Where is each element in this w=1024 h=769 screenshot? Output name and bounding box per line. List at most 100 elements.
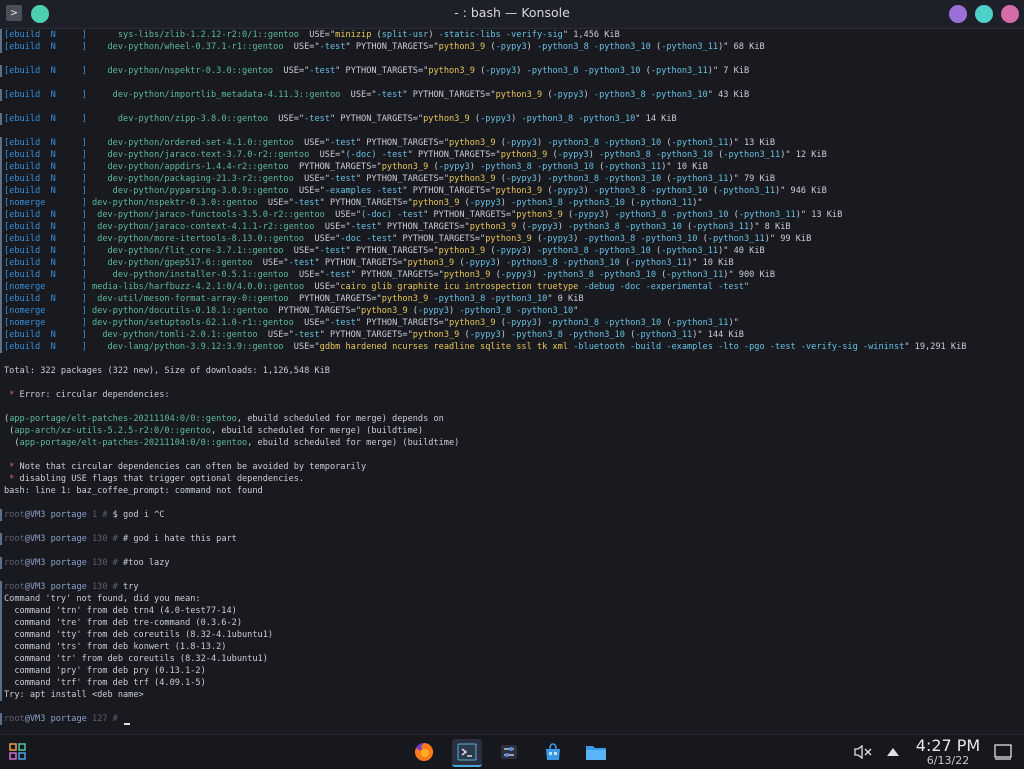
terminal-text-segment: dev-python/jaraco-text-3.7.0-r2::gentoo (107, 150, 310, 160)
terminal-text-segment: )" 99 KiB (764, 234, 812, 244)
terminal-output[interactable]: [ebuild N ] sys-libs/zlib-1.2.12-r2:0/1:… (0, 28, 1024, 734)
terminal-text-segment: " PYTHON_TARGETS=" (402, 186, 496, 196)
terminal-text-segment: root (4, 714, 25, 724)
terminal-text-segment: * (4, 390, 20, 400)
terminal-text-segment: ( (531, 234, 543, 244)
terminal-text-segment: 127 # (86, 714, 124, 724)
terminal-text-segment: dev-python/jaraco-functools-3.5.0-r2::ge… (97, 210, 325, 220)
terminal-text-segment: -python3_8 -python3_10 (583, 234, 698, 244)
terminal-line: root@VM3 portage 1 # $ god i ^C (0, 509, 164, 521)
terminal-text-segment: ( (4, 438, 20, 448)
terminal-text-segment: dev-python/gpep517-6::gentoo (107, 258, 253, 268)
terminal-text-segment: app-portage/elt-patches-20211104:0/0::ge… (9, 414, 237, 424)
terminal-text-segment: " PYTHON_TARGETS=" (319, 198, 413, 208)
terminal-text-segment: ) (526, 246, 537, 256)
terminal-text-segment: )" 10 KiB (687, 258, 734, 268)
show-desktop-icon[interactable] (990, 739, 1016, 765)
terminal-text-segment: ( (640, 66, 651, 76)
terminal-line: [nomerge ] media-libs/harfbuzz-4.2.1:0/4… (0, 281, 749, 293)
terminal-text-segment: (-doc) -test (361, 210, 424, 220)
discover-store-icon[interactable] (540, 739, 566, 765)
terminal-text-segment: -pypy3 (417, 306, 450, 316)
terminal-line: command 'tre' from deb tre-command (0.3.… (0, 617, 242, 629)
terminal-text-segment: -python3_11 (604, 162, 662, 172)
terminal-text-segment: [ebuild N ] (4, 186, 87, 196)
terminal-line: command 'tr' from deb coreutils (8.32-4.… (0, 653, 268, 665)
terminal-text-segment: ( (712, 150, 724, 160)
terminal-text-segment: ( (459, 330, 470, 340)
terminal-text-segment: -python3_11 (723, 150, 781, 160)
terminal-text-segment: USE=" (314, 222, 351, 232)
terminal-line: [ebuild N ] dev-python/nspektr-0.3.0::ge… (0, 65, 749, 77)
terminal-text-segment: )" 68 KiB (718, 42, 765, 52)
dolphin-files-icon[interactable] (583, 739, 609, 765)
terminal-text-segment: python3_9 (449, 174, 496, 184)
terminal-text-segment: ) (511, 114, 522, 124)
terminal-text-segment: 130 # (86, 582, 124, 592)
terminal-text-segment: -python3_8 -python3_10 (537, 42, 651, 52)
terminal-text-segment: Command 'try' not found, did you mean: (4, 594, 201, 604)
firefox-icon[interactable] (411, 739, 437, 765)
terminal-text-segment: " PYTHON_TARGETS=" (355, 138, 449, 148)
terminal-text-segment: python3_9 (443, 270, 491, 280)
terminal-text-segment: ( (547, 150, 558, 160)
terminal-text-segment: python3_9 (495, 90, 543, 100)
terminal-text-segment: ( (454, 258, 465, 268)
terminal-text-segment: -pypy3 (552, 90, 584, 100)
terminal-text-segment: ( (459, 198, 470, 208)
terminal-text-segment: dev-python/installer-0.5.1::gentoo (112, 270, 289, 280)
terminal-text-segment: command 'trf' from deb trf (4.09.1-5) (4, 678, 206, 688)
terminal-text-segment: command 'trn' from deb trn4 (4.0-test77-… (4, 606, 237, 616)
terminal-text-segment: [ebuild N ] (4, 270, 87, 280)
grid-launcher-icon[interactable] (5, 739, 31, 765)
terminal-text-segment: command 'trs' from deb konwert (1.8-13.2… (4, 642, 227, 652)
terminal-text-segment: USE=" (288, 270, 325, 280)
volume-muted-icon[interactable] (850, 739, 876, 765)
terminal-text-segment: -bluetooth -build -examples -lto -pgo -t… (573, 342, 905, 352)
terminal-text-segment: minizip (335, 30, 372, 40)
terminal-text-segment: ( (661, 174, 672, 184)
terminal-text-segment: ( (624, 330, 636, 340)
terminal-text-segment: -pypy3 (469, 198, 501, 208)
terminal-text-segment: @VM3 portage (24, 534, 87, 544)
terminal-text-segment: python3_9 (500, 150, 548, 160)
terminal-text-segment: root (4, 558, 25, 568)
terminal-text-segment: -test (319, 42, 346, 52)
window-titlebar[interactable]: > - : bash — Konsole (0, 0, 1024, 29)
terminal-text-segment: " PYTHON_TARGETS=" (402, 90, 496, 100)
close-button[interactable] (1001, 5, 1019, 23)
terminal-text-segment: dev-python/appdirs-1.4.4-r2::gentoo (107, 162, 289, 172)
terminal-text-segment: -pypy3 (464, 258, 496, 268)
terminal-text-segment: -pypy3 (542, 234, 574, 244)
maximize-button[interactable] (975, 5, 993, 23)
terminal-text-segment: [ebuild N ] (4, 174, 87, 184)
terminal-text-segment: )" 946 KiB (775, 186, 827, 196)
terminal-text-segment: ( (371, 30, 382, 40)
tray-arrow-up-icon[interactable] (880, 739, 906, 765)
terminal-text-segment: USE=" (340, 90, 377, 100)
terminal-line: [ebuild N ] dev-python/pyparsing-3.0.9::… (0, 185, 827, 197)
terminal-text-segment: ( (407, 306, 418, 316)
terminal-text-segment: ) (495, 258, 506, 268)
terminal-text-segment: ( (650, 42, 662, 52)
terminal-text-segment: USE=" (298, 30, 336, 40)
minimize-button[interactable] (949, 5, 967, 23)
clock-date[interactable]: 6/13/22 (908, 754, 988, 767)
terminal-text-segment: )" 8 KiB (749, 222, 791, 232)
terminal-text-segment: (-doc) -test (345, 150, 408, 160)
konsole-task-icon[interactable] (452, 739, 482, 767)
terminal-text-segment: Error: circular dependencies: (19, 390, 170, 400)
clock-time[interactable]: 4:27 PM (908, 736, 988, 755)
system-settings-icon[interactable] (496, 739, 522, 765)
terminal-line: [ebuild N ] dev-python/ordered-set-4.1.0… (0, 137, 775, 149)
terminal-text-segment: USE=" (324, 210, 362, 220)
terminal-text-segment: ( (490, 270, 501, 280)
terminal-text-segment: command 'tre' from deb tre-command (0.3.… (4, 618, 242, 628)
terminal-text-segment: dev-python/tomli-2.0.1::gentoo (102, 330, 258, 340)
terminal-text-segment: ( (495, 138, 506, 148)
terminal-text-segment: Try: apt install <deb name> (4, 690, 144, 700)
terminal-text-segment: -python3_8 -python3_10 (511, 330, 625, 340)
